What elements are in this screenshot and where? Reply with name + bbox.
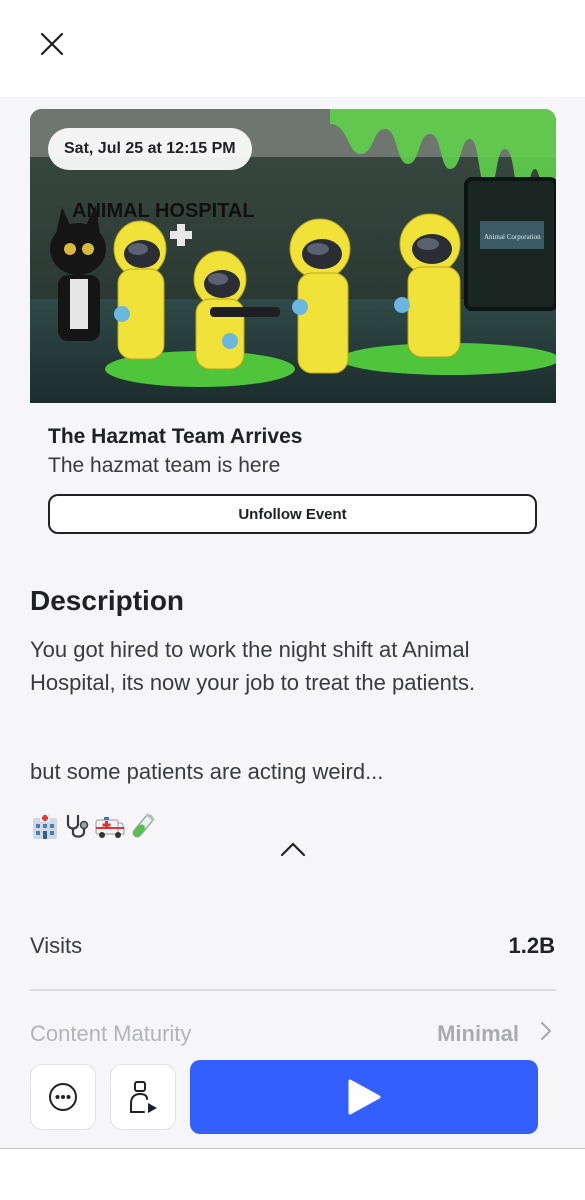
more-options-button[interactable] [30, 1064, 96, 1130]
play-with-friend-icon [130, 1081, 157, 1113]
more-options-icon [49, 1083, 77, 1111]
description-line-1: You got hired to work the night shift at… [30, 637, 470, 662]
description-heading: Description [30, 585, 185, 616]
hospital-emoji-icon [33, 814, 57, 839]
image-door-sign-text: Animal Corporation [484, 233, 541, 241]
chevron-right-icon[interactable] [539, 1021, 553, 1041]
event-title: The Hazmat Team Arrives [48, 425, 303, 448]
event-subtitle: The hazmat team is here [48, 454, 281, 477]
collapse-description-button[interactable] [278, 837, 308, 861]
ambulance-emoji-icon [95, 817, 125, 838]
event-details-content: ANIMAL HOSPITAL Animal Corporation Sat, … [0, 97, 585, 1148]
event-date-badge: Sat, Jul 25 at 12:15 PM [48, 128, 252, 170]
content-maturity-value[interactable]: Minimal [437, 1021, 519, 1047]
description-emojis [30, 812, 158, 840]
close-button[interactable] [32, 24, 72, 64]
event-thumbnail[interactable]: ANIMAL HOSPITAL Animal Corporation Sat, … [30, 109, 556, 403]
unfollow-event-button[interactable]: Unfollow Event [48, 494, 537, 534]
close-icon [40, 32, 64, 56]
description-line-2: Hospital, its now your job to treat the … [30, 670, 476, 695]
visits-label: Visits [30, 933, 83, 958]
stethoscope-emoji-icon [66, 815, 89, 838]
home-indicator-area [0, 1148, 585, 1200]
visits-value: 1.2B [508, 933, 555, 958]
stats-divider [30, 989, 556, 991]
chevron-up-icon [280, 842, 306, 857]
action-bar [0, 1050, 585, 1148]
content-maturity-label: Content Maturity [30, 1021, 192, 1046]
top-bar [0, 0, 585, 97]
play-with-friend-button[interactable] [110, 1064, 176, 1130]
test-tube-emoji-icon [132, 813, 155, 838]
description-line-3: but some patients are acting weird... [30, 759, 384, 784]
image-sign-text: ANIMAL HOSPITAL [72, 200, 255, 222]
play-icon [348, 1079, 381, 1115]
play-button[interactable] [190, 1060, 538, 1134]
